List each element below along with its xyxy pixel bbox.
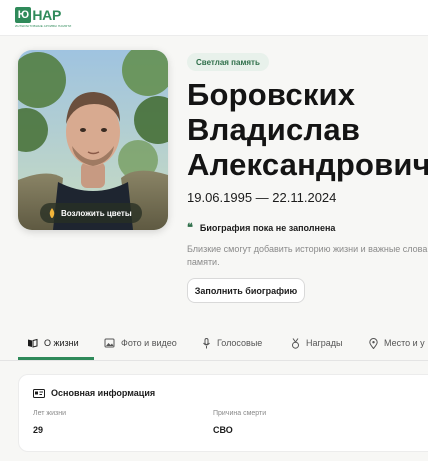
person-name: Боровских Владислав Александрович	[187, 77, 428, 182]
location-pin-icon	[369, 337, 378, 349]
tab-awards[interactable]: Награды	[291, 325, 343, 361]
quote-icon: ❝	[187, 221, 193, 234]
site-logo[interactable]: Ю НАР ИНТЕРАКТИВНЫЕ АРХИВЫ ПАМЯТИ	[15, 6, 72, 30]
microphone-icon	[203, 337, 210, 348]
cause-of-death-value: СВО	[213, 425, 233, 435]
biography-title: Биография пока не заполнена	[199, 223, 336, 233]
tab-label: Голосовые	[217, 338, 263, 348]
id-card-icon	[33, 388, 45, 398]
tab-photo-video[interactable]: Фото и видео	[104, 325, 177, 361]
lay-flowers-button[interactable]: Возложить цветы	[40, 203, 142, 223]
life-dates: 19.06.1995 — 22.11.2024	[187, 190, 337, 205]
tab-label: Место и у	[384, 338, 425, 348]
candle-icon	[49, 208, 55, 218]
photo-icon	[104, 338, 115, 348]
patronymic: Александрович	[187, 147, 428, 182]
first-name: Владислав	[187, 112, 361, 147]
years-lived-label: Лет жизни	[33, 410, 66, 417]
tab-label: О жизни	[44, 338, 79, 348]
logo-mark: Ю	[15, 7, 32, 23]
biography-heading: ❝ Биография пока не заполнена	[187, 221, 336, 234]
cause-of-death-label: Причина смерти	[213, 410, 267, 417]
section-tabs: О жизни Фото и видео Голосовые Награды М…	[0, 325, 428, 361]
active-tab-indicator	[18, 357, 94, 360]
card-header: Основная информация	[33, 388, 155, 398]
tab-about-life[interactable]: О жизни	[27, 325, 79, 361]
tab-label: Фото и видео	[121, 338, 177, 348]
tab-voice[interactable]: Голосовые	[202, 325, 262, 361]
medal-icon	[292, 337, 299, 349]
logo-wordmark: НАР	[32, 7, 61, 23]
logo-tagline: ИНТЕРАКТИВНЫЕ АРХИВЫ ПАМЯТИ	[15, 24, 72, 28]
years-lived-value: 29	[33, 425, 44, 435]
book-icon	[28, 338, 38, 348]
tab-label: Награды	[306, 338, 343, 348]
card-title: Основная информация	[51, 388, 156, 398]
basic-info-card: Основная информация Лет жизни 29 Причина…	[18, 374, 428, 452]
biography-description: Близкие смогут добавить историю жизни и …	[187, 244, 428, 267]
lay-flowers-label: Возложить цветы	[61, 208, 132, 218]
tab-place[interactable]: Место и у	[369, 325, 425, 361]
last-name: Боровских	[187, 77, 356, 112]
fill-biography-button[interactable]: Заполнить биографию	[187, 278, 305, 303]
top-bar: Ю НАР ИНТЕРАКТИВНЫЕ АРХИВЫ ПАМЯТИ	[0, 0, 428, 36]
memory-badge: Светлая память	[187, 53, 269, 71]
